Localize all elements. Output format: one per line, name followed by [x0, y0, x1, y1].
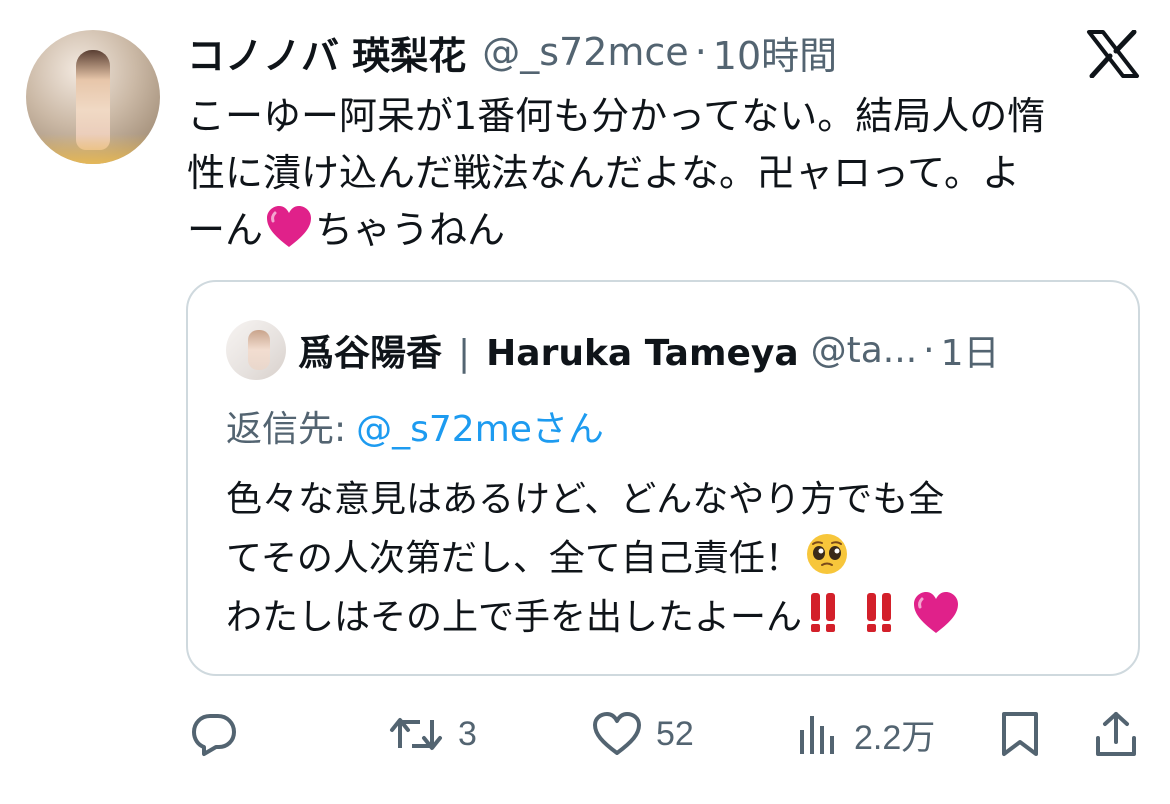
- reply-button[interactable]: [190, 706, 252, 762]
- retweet-button[interactable]: 3: [388, 706, 477, 762]
- quoted-header-separator: ·: [923, 329, 935, 371]
- pleading-face-emoji-icon: [806, 534, 847, 574]
- quoted-text-line: 色々な意見はあるけど、どんなやり方でも全: [226, 479, 945, 520]
- like-button[interactable]: 52: [592, 706, 694, 762]
- x-logo-icon: [1087, 30, 1139, 78]
- header-separator: ·: [694, 30, 707, 74]
- quoted-tweet[interactable]: 爲谷陽香 | Haruka Tameya @ta... · 1日 返信先: @_s72…: [186, 280, 1140, 676]
- quoted-author-name[interactable]: 爲谷陽香 | Haruka Tameya: [298, 324, 799, 376]
- author-avatar[interactable]: [26, 30, 160, 164]
- tweet-header: コノノバ 瑛梨花 @_s72mce · 10時間: [187, 26, 837, 78]
- author-handle[interactable]: @_s72mce: [482, 30, 688, 74]
- tweet-text-line: こーゆー阿呆が1番何も分かってない。結局人の惰: [187, 94, 1046, 138]
- double-exclamation-emoji-icon: [811, 593, 836, 632]
- quoted-tweet-timestamp[interactable]: 1日: [941, 324, 1000, 376]
- bookmark-icon: [1002, 712, 1038, 756]
- tweet-text-fragment: ちゃうねん: [315, 208, 506, 252]
- quoted-text-line: てその人次第だし、全て自己責任！: [226, 529, 962, 588]
- share-button[interactable]: [1092, 706, 1140, 762]
- heart-icon: [593, 712, 641, 755]
- tweet-timestamp[interactable]: 10時間: [713, 25, 837, 80]
- reply-prefix: 返信先:: [226, 409, 347, 450]
- tweet-text-fragment: ーん: [187, 208, 264, 252]
- quoted-tweet-text: 色々な意見はあるけど、どんなやり方でも全 てその人次第だし、全て自己責任！ わた…: [226, 470, 962, 647]
- retweet-count: 3: [458, 714, 477, 753]
- quoted-author-name-en: Haruka Tameya: [486, 333, 799, 374]
- tweet-actions-bar: 3 52 2.2万: [186, 706, 1146, 762]
- name-divider: |: [458, 333, 471, 374]
- reply-context: 返信先: @_s72meさん: [226, 400, 604, 452]
- quoted-author-handle[interactable]: @ta...: [811, 330, 918, 371]
- retweet-icon: [390, 718, 442, 750]
- like-count: 52: [656, 714, 694, 753]
- quoted-author-name-ja: 爲谷陽香: [298, 333, 443, 374]
- tweet-card: コノノバ 瑛梨花 @_s72mce · 10時間 こーゆー阿呆が1番何も分かって…: [0, 0, 1170, 804]
- bookmark-button[interactable]: [998, 706, 1042, 762]
- quoted-text-line: わたしはその上で手を出したよーん: [226, 588, 962, 647]
- share-icon: [1096, 712, 1136, 756]
- double-exclamation-emoji-icon: [867, 593, 892, 632]
- views-icon: [800, 716, 834, 754]
- reply-icon: [192, 714, 236, 756]
- quoted-tweet-header: 爲谷陽香 | Haruka Tameya @ta... · 1日: [298, 322, 1000, 378]
- views-button[interactable]: 2.2万: [796, 706, 935, 762]
- views-count: 2.2万: [854, 718, 936, 757]
- pink-heart-emoji-icon: [914, 592, 959, 633]
- reply-mention-link[interactable]: @_s72meさん: [356, 409, 604, 450]
- tweet-text: こーゆー阿呆が1番何も分かってない。結局人の惰 性に漬け込んだ戦法なんだよな。卍…: [187, 88, 1147, 259]
- author-name[interactable]: コノノバ 瑛梨花: [187, 25, 466, 80]
- tweet-text-line: 性に漬け込んだ戦法なんだよな。卍ャロって。よ: [187, 151, 1020, 195]
- pink-heart-emoji-icon: [267, 206, 312, 247]
- quoted-text-fragment: てその人次第だし、全て自己責任！: [226, 538, 801, 579]
- quoted-author-avatar[interactable]: [226, 320, 286, 380]
- quoted-text-fragment: わたしはその上で手を出したよーん: [226, 597, 803, 638]
- tweet-text-line: ーん ちゃうねん: [187, 202, 1147, 259]
